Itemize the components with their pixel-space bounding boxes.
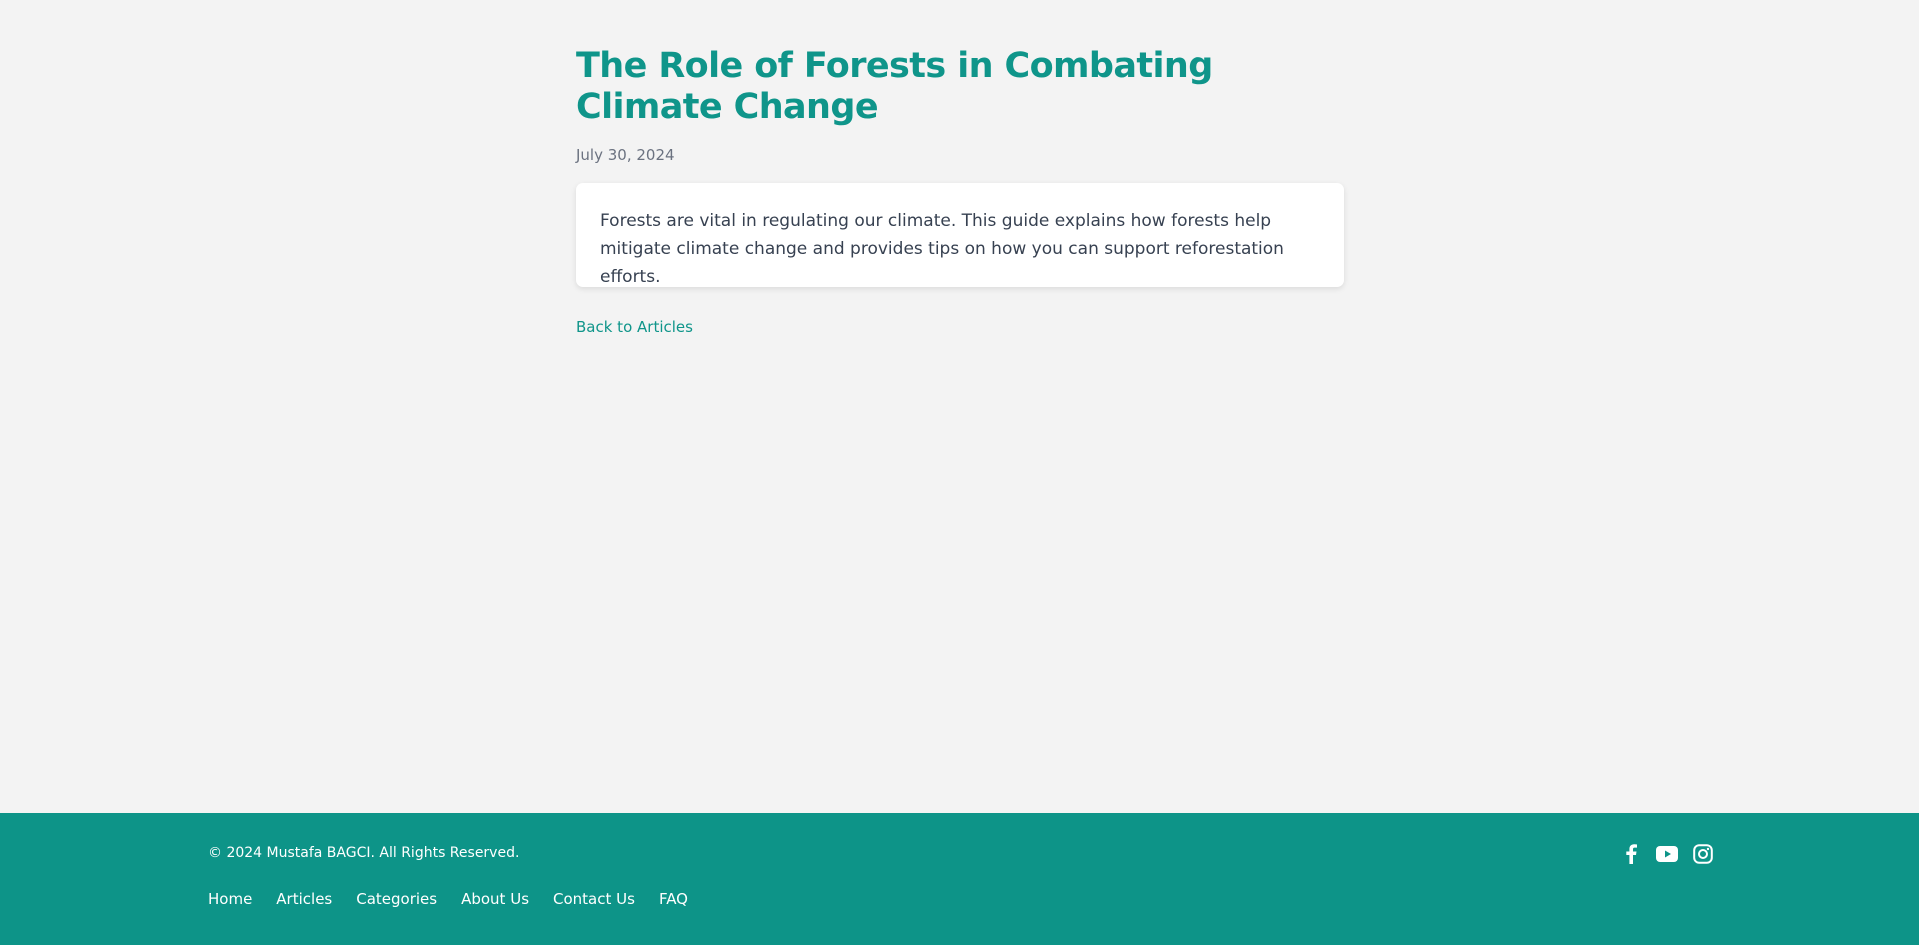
footer-link-about-us[interactable]: About Us xyxy=(461,890,529,908)
copyright-text: © 2024 Mustafa BAGCI. All Rights Reserve… xyxy=(208,845,520,861)
footer-link-articles[interactable]: Articles xyxy=(276,890,332,908)
instagram-icon[interactable] xyxy=(1692,843,1714,865)
footer-link-home[interactable]: Home xyxy=(208,890,252,908)
article-body: Forests are vital in regulating our clim… xyxy=(600,211,1284,287)
footer-link-faq[interactable]: FAQ xyxy=(659,890,688,908)
article-date: July 30, 2024 xyxy=(576,146,675,164)
page: The Role of Forests in Combating Climate… xyxy=(0,0,1919,945)
footer-link-categories[interactable]: Categories xyxy=(356,890,437,908)
back-to-articles-link[interactable]: Back to Articles xyxy=(576,318,693,336)
youtube-icon[interactable] xyxy=(1656,843,1678,865)
footer: © 2024 Mustafa BAGCI. All Rights Reserve… xyxy=(0,813,1919,945)
article-card: Forests are vital in regulating our clim… xyxy=(576,183,1344,287)
footer-link-contact-us[interactable]: Contact Us xyxy=(553,890,635,908)
article: The Role of Forests in Combating Climate… xyxy=(576,46,1344,336)
facebook-icon[interactable] xyxy=(1620,843,1642,865)
social-links xyxy=(1620,843,1714,865)
article-title: The Role of Forests in Combating Climate… xyxy=(576,46,1213,127)
footer-nav: Home Articles Categories About Us Contac… xyxy=(208,890,688,908)
